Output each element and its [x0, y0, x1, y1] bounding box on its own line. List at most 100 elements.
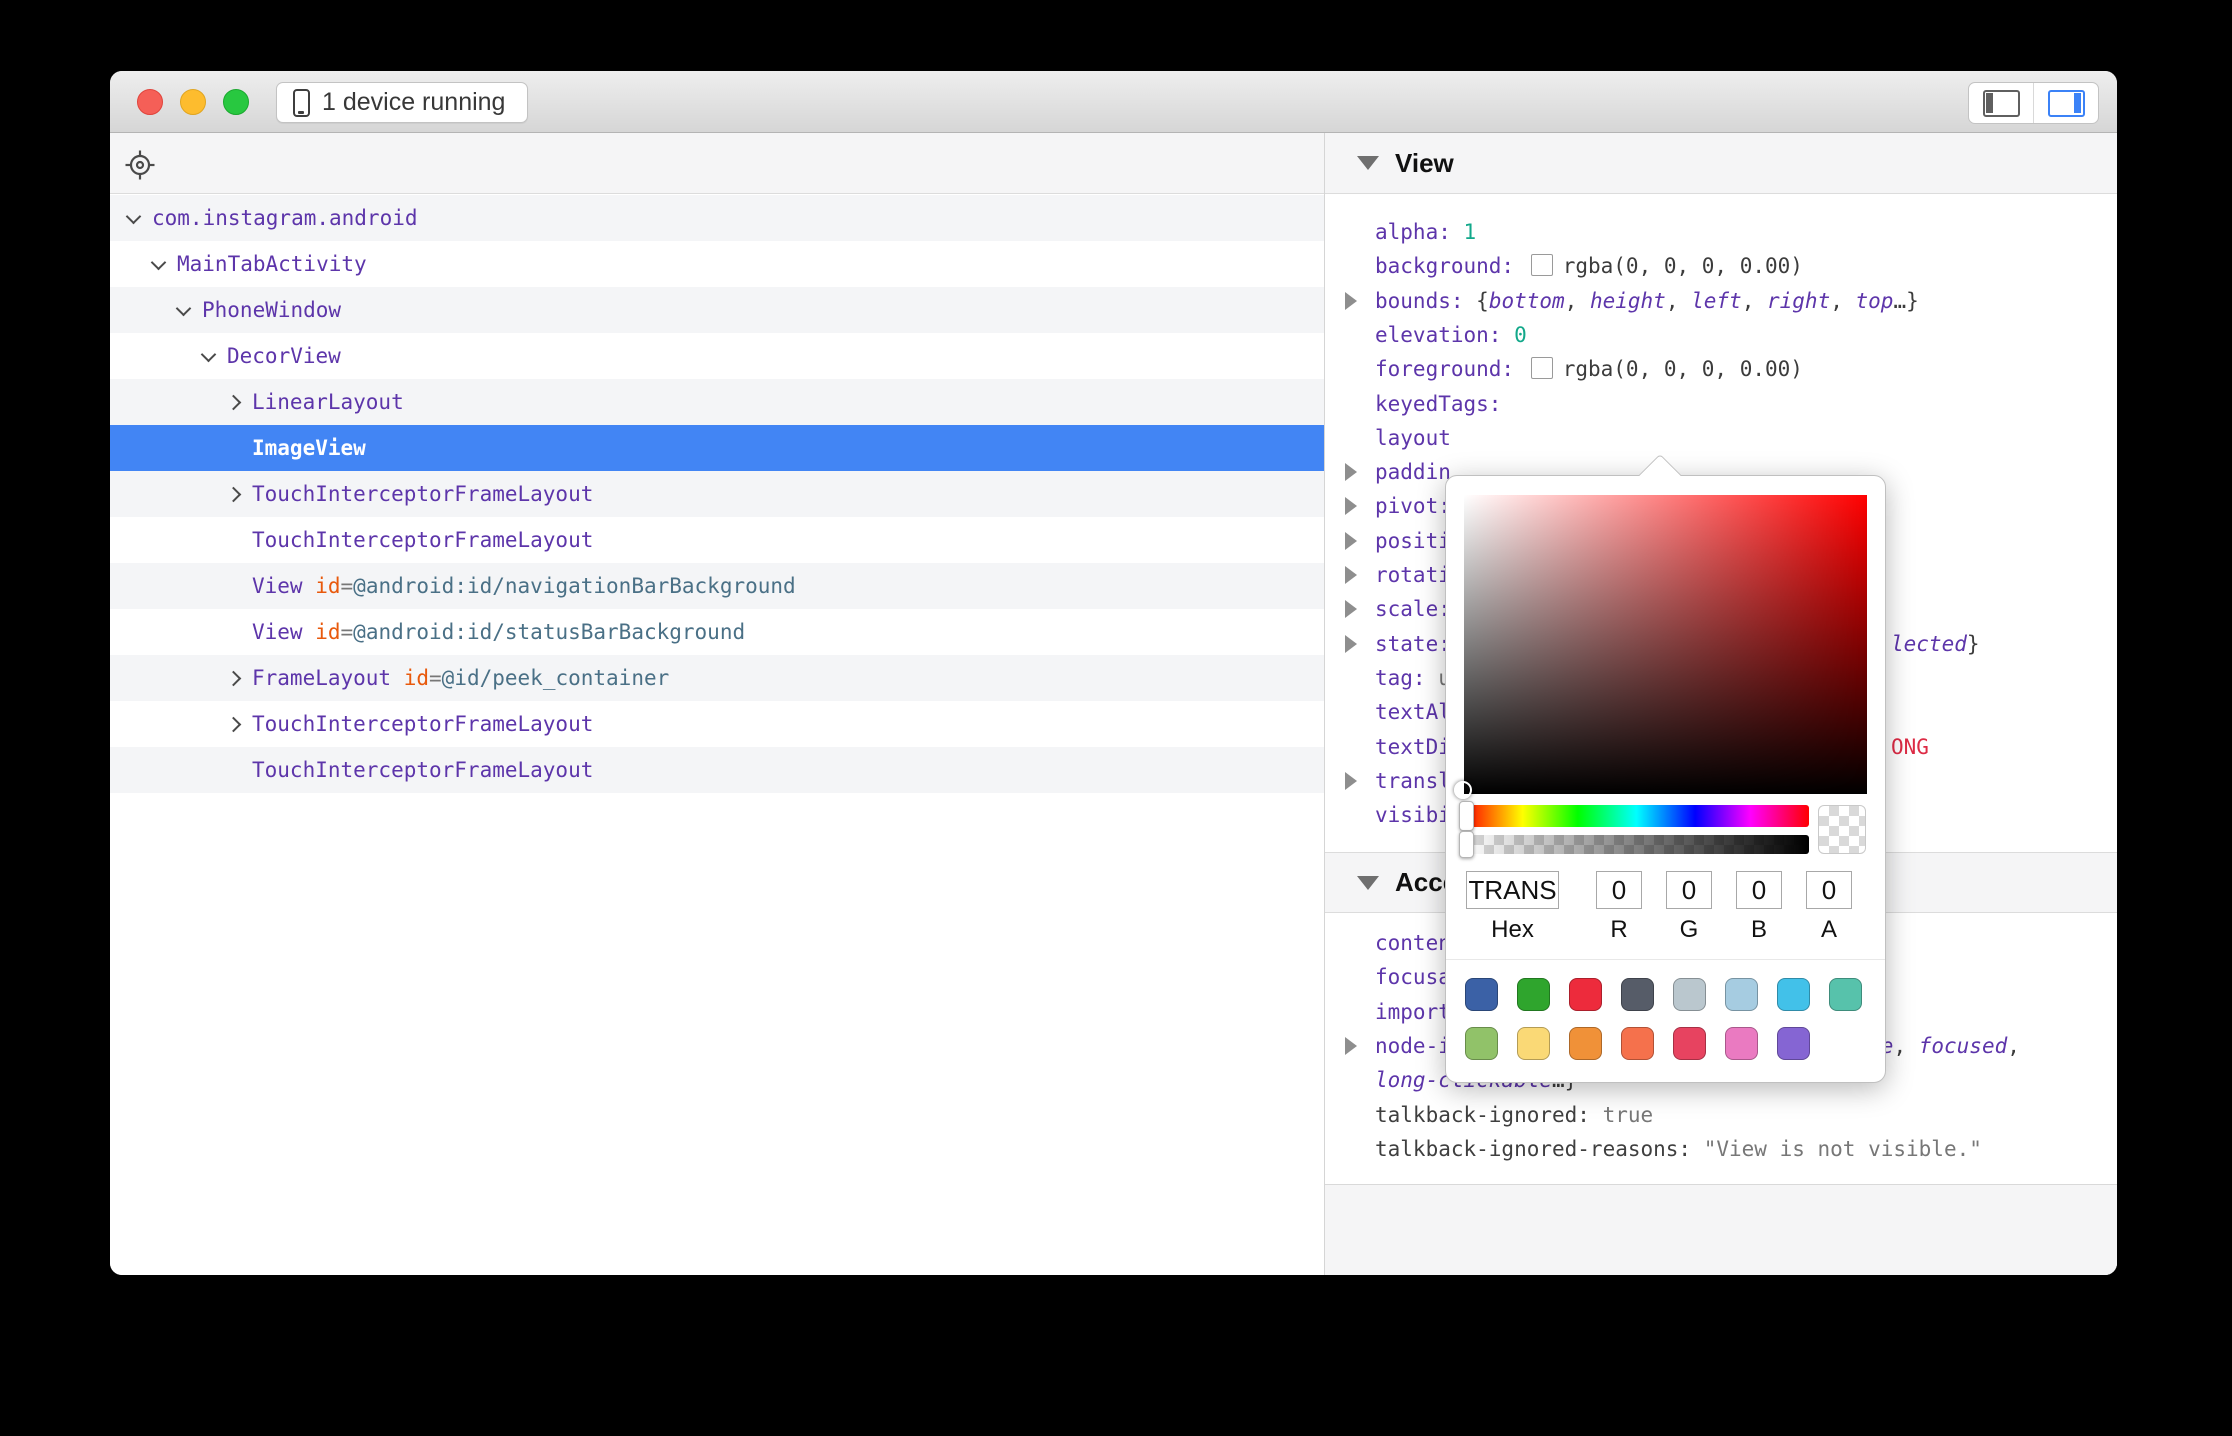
color-swatch[interactable]: [1465, 978, 1498, 1011]
panel-divider[interactable]: [1324, 133, 1325, 1275]
color-swatch[interactable]: [1829, 978, 1862, 1011]
id-attribute-value: @android:id/statusBarBackground: [353, 620, 745, 644]
id-attribute-name: id: [303, 574, 341, 598]
property-value: ,: [2007, 1034, 2020, 1058]
tree-node-label: MainTabActivity: [177, 252, 367, 276]
color-swatch[interactable]: [1725, 1027, 1758, 1060]
expand-arrow-icon[interactable]: [1345, 532, 1357, 550]
expand-arrow-icon[interactable]: [1345, 772, 1357, 790]
expand-arrow-icon[interactable]: [1345, 600, 1357, 618]
property-row[interactable]: keyedTags:: [1325, 387, 2117, 421]
hue-slider[interactable]: [1464, 805, 1809, 827]
property-row[interactable]: foreground: rgba(0, 0, 0, 0.00): [1325, 352, 2117, 386]
saturation-value-field[interactable]: [1464, 495, 1867, 794]
color-swatch-checkbox[interactable]: [1531, 254, 1553, 276]
hex-input[interactable]: TRANS: [1466, 871, 1559, 909]
chevron-right-icon[interactable]: [226, 670, 242, 686]
property-value: height: [1590, 289, 1666, 313]
tree-node-label: DecorView: [227, 344, 341, 368]
color-swatch[interactable]: [1517, 978, 1550, 1011]
property-row[interactable]: talkback-ignored-reasons: "View is not v…: [1325, 1132, 2117, 1166]
color-swatch[interactable]: [1673, 978, 1706, 1011]
hue-slider-handle[interactable]: [1459, 801, 1474, 831]
color-swatch[interactable]: [1673, 1027, 1706, 1060]
expand-arrow-icon[interactable]: [1345, 635, 1357, 653]
color-swatch[interactable]: [1569, 1027, 1602, 1060]
color-swatch[interactable]: [1465, 1027, 1498, 1060]
a-label: A: [1806, 916, 1852, 944]
target-select-icon[interactable]: [124, 149, 156, 181]
alpha-slider-handle[interactable]: [1459, 831, 1474, 858]
property-value: "View is not visible.": [1704, 1137, 1982, 1161]
color-swatch-checkbox[interactable]: [1531, 357, 1553, 379]
alpha-slider[interactable]: [1464, 835, 1809, 854]
zoom-window-button[interactable]: [223, 89, 249, 115]
property-row[interactable]: bounds: {bottom, height, left, right, to…: [1325, 284, 2117, 318]
color-swatch[interactable]: [1621, 1027, 1654, 1060]
chevron-right-icon[interactable]: [226, 716, 242, 732]
chevron-right-icon[interactable]: [226, 486, 242, 502]
expand-arrow-icon[interactable]: [1345, 463, 1357, 481]
toggle-right-panel-button[interactable]: [2033, 83, 2098, 123]
red-input[interactable]: 0: [1596, 871, 1642, 909]
device-running-button[interactable]: 1 device running: [276, 82, 528, 123]
color-swatch[interactable]: [1725, 978, 1758, 1011]
tree-row[interactable]: TouchInterceptorFrameLayout: [110, 517, 1324, 563]
chevron-right-icon[interactable]: [226, 394, 242, 410]
color-swatch[interactable]: [1777, 1027, 1810, 1060]
tree-row[interactable]: View id=@android:id/navigationBarBackgro…: [110, 563, 1324, 609]
tree-row[interactable]: com.instagram.android: [110, 195, 1324, 241]
tree-row[interactable]: TouchInterceptorFrameLayout: [110, 471, 1324, 517]
tree-row[interactable]: LinearLayout: [110, 379, 1324, 425]
chevron-down-icon[interactable]: [151, 254, 167, 270]
blue-input[interactable]: 0: [1736, 871, 1782, 909]
property-value: ,: [1830, 289, 1855, 313]
close-window-button[interactable]: [137, 89, 163, 115]
tree-row[interactable]: PhoneWindow: [110, 287, 1324, 333]
tree-row[interactable]: TouchInterceptorFrameLayout: [110, 747, 1324, 793]
tree-toolbar: [110, 133, 1324, 194]
id-attribute-name: id: [391, 666, 429, 690]
color-swatch[interactable]: [1517, 1027, 1550, 1060]
property-key: talkback-ignored:: [1375, 1103, 1603, 1127]
property-key: rotati: [1375, 563, 1451, 587]
property-value: 1: [1464, 220, 1477, 244]
chevron-down-icon[interactable]: [126, 208, 142, 224]
view-section-title: View: [1395, 148, 1454, 179]
tree-row[interactable]: TouchInterceptorFrameLayout: [110, 701, 1324, 747]
expand-arrow-icon[interactable]: [1345, 292, 1357, 310]
property-key: tag:: [1375, 666, 1438, 690]
green-input[interactable]: 0: [1666, 871, 1712, 909]
color-cursor[interactable]: [1454, 781, 1472, 799]
property-value: focused: [1919, 1034, 2008, 1058]
color-swatch[interactable]: [1621, 978, 1654, 1011]
expand-arrow-icon[interactable]: [1345, 497, 1357, 515]
property-row[interactable]: layout: [1325, 421, 2117, 455]
alpha-input[interactable]: 0: [1806, 871, 1852, 909]
property-row[interactable]: talkback-ignored: true: [1325, 1098, 2117, 1132]
property-row[interactable]: background: rgba(0, 0, 0, 0.00): [1325, 249, 2117, 283]
color-swatch[interactable]: [1569, 978, 1602, 1011]
tree-node-label: ImageView: [252, 436, 366, 460]
chevron-down-icon[interactable]: [176, 300, 192, 316]
id-attribute-name: id: [303, 620, 341, 644]
expand-arrow-icon[interactable]: [1345, 1037, 1357, 1055]
tree-row[interactable]: DecorView: [110, 333, 1324, 379]
tree-row[interactable]: FrameLayout id=@id/peek_container: [110, 655, 1324, 701]
tree-row[interactable]: View id=@android:id/statusBarBackground: [110, 609, 1324, 655]
minimize-window-button[interactable]: [180, 89, 206, 115]
id-attribute-value: @android:id/navigationBarBackground: [353, 574, 796, 598]
chevron-down-icon[interactable]: [201, 346, 217, 362]
property-value: true: [1603, 1103, 1654, 1127]
color-swatch[interactable]: [1777, 978, 1810, 1011]
left-panel-icon: [1983, 90, 2020, 117]
tree-row[interactable]: ImageView: [110, 425, 1324, 471]
property-value: ,: [1565, 289, 1590, 313]
tree-row[interactable]: MainTabActivity: [110, 241, 1324, 287]
property-row[interactable]: alpha: 1: [1325, 215, 2117, 249]
expand-arrow-icon[interactable]: [1345, 566, 1357, 584]
property-key: scale:: [1375, 597, 1451, 621]
property-row[interactable]: elevation: 0: [1325, 318, 2117, 352]
view-section-header[interactable]: View: [1325, 133, 2117, 194]
toggle-left-panel-button[interactable]: [1969, 83, 2033, 123]
